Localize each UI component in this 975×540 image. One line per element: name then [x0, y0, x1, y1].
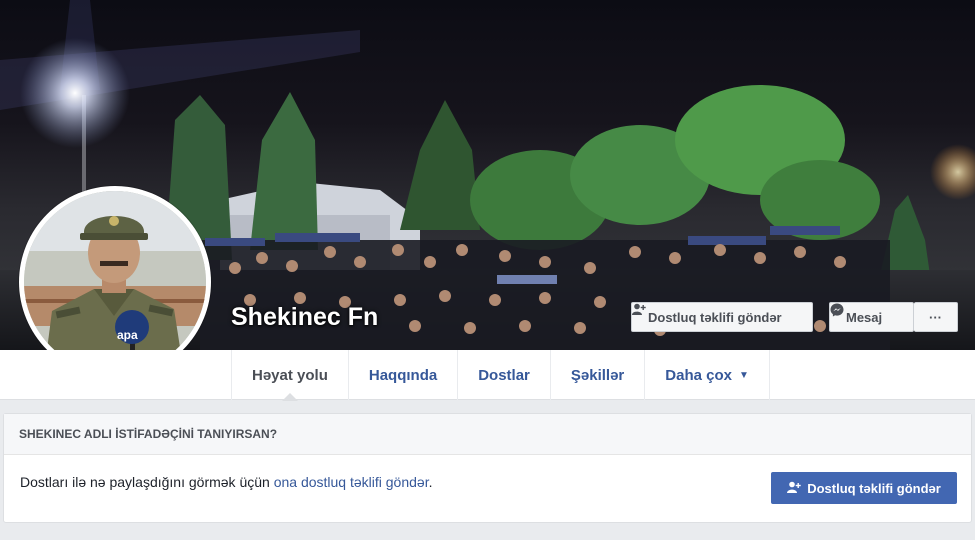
- profile-page: Shekinec Fn Dostluq təklifi göndər Mesaj…: [0, 0, 975, 540]
- know-user-text: Dostları ilə nə paylaşdığını görmək üçün…: [20, 474, 432, 490]
- chevron-down-icon: ▼: [738, 369, 749, 381]
- know-user-prompt: Dostları ilə nə paylaşdığını görmək üçün: [20, 474, 274, 490]
- know-user-period: .: [428, 474, 433, 490]
- tab-about-label: Haqqında: [368, 366, 438, 384]
- tab-friends[interactable]: Dostlar: [457, 350, 550, 400]
- tab-timeline-label: Həyat yolu: [252, 366, 328, 384]
- tab-photos-label: Şəkillər: [570, 366, 625, 384]
- know-user-heading: SHEKINEC ADLI İSTİFADƏÇİNİ TANIYIRSAN?: [4, 414, 971, 455]
- profile-nav: Həyat yolu Haqqında Dostlar Şəkillər Dah…: [0, 350, 975, 401]
- know-user-body: Dostları ilə nə paylaşdığını görmək üçün…: [4, 455, 971, 523]
- add-friend-button[interactable]: Dostluq təklifi göndər: [631, 302, 813, 332]
- tab-photos[interactable]: Şəkillər: [549, 350, 644, 400]
- add-friend-icon: [787, 481, 801, 496]
- apa-watermark: apa: [117, 328, 138, 342]
- tab-friends-label: Dostlar: [478, 366, 530, 384]
- message-label: Mesaj: [846, 309, 883, 325]
- know-user-card: SHEKINEC ADLI İSTİFADƏÇİNİ TANIYIRSAN? D…: [3, 413, 972, 523]
- more-options-button[interactable]: ···: [914, 302, 958, 332]
- tab-timeline[interactable]: Həyat yolu: [231, 350, 348, 401]
- tab-more-label: Daha çox: [665, 366, 732, 384]
- more-icon: ···: [929, 309, 942, 325]
- add-friend-primary-label: Dostluq təklifi göndər: [807, 480, 941, 496]
- profile-tabs: Həyat yolu Haqqında Dostlar Şəkillər Dah…: [231, 350, 770, 401]
- profile-name[interactable]: Shekinec Fn: [231, 303, 378, 332]
- message-button[interactable]: Mesaj: [829, 302, 914, 332]
- tab-more[interactable]: Daha çox ▼: [644, 350, 770, 400]
- tab-about[interactable]: Haqqında: [347, 350, 457, 400]
- add-friend-primary-button[interactable]: Dostluq təklifi göndər: [771, 472, 957, 504]
- profile-picture-image: apa: [24, 191, 206, 373]
- send-request-link[interactable]: ona dostluq təklifi göndər: [274, 474, 429, 490]
- add-friend-label: Dostluq təklifi göndər: [648, 309, 782, 325]
